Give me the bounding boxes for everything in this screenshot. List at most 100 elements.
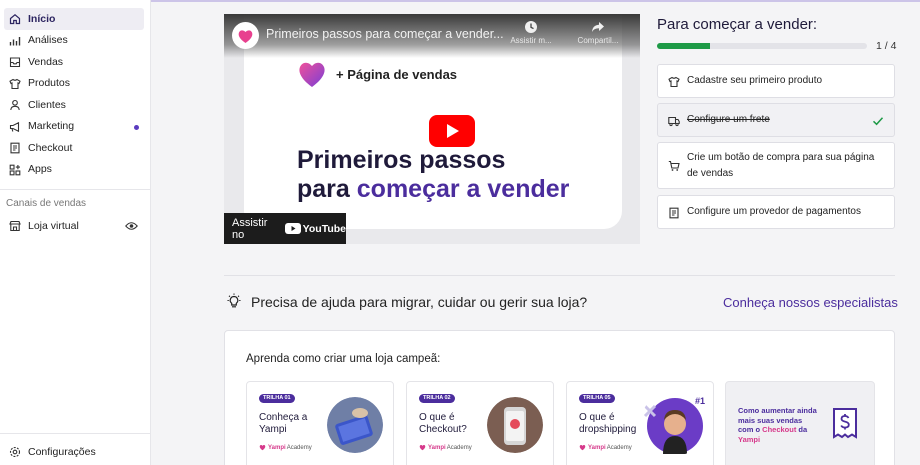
- task-label: Configure um frete: [687, 114, 770, 125]
- sidebar: Início Análises Vendas Produtos Clientes…: [0, 0, 151, 465]
- play-button[interactable]: [429, 115, 475, 147]
- course-card-dropshipping[interactable]: TRILHA 05 O que é dropshipping Yampi Acad…: [566, 381, 714, 465]
- sidebar-divider: [0, 189, 150, 190]
- share-button[interactable]: Compartil...: [569, 20, 627, 45]
- sidebar-item-label: Produtos: [28, 77, 71, 90]
- video-brand-row: + Página de vendas: [296, 58, 457, 90]
- watch-later-label: Assistir m...: [510, 36, 552, 45]
- youtube-badge: YouTube: [284, 222, 346, 235]
- yampi-academy-logo: Yampi Academy: [419, 444, 472, 451]
- youtube-icon: [284, 223, 301, 234]
- yampi-logo-icon: [299, 62, 325, 87]
- course-title: Conheça a Yampi: [259, 412, 308, 435]
- yampi-heart-icon: [579, 444, 586, 451]
- sidebar-item-label: Checkout: [28, 141, 73, 154]
- task-provedor-pagamentos[interactable]: Configure um provedor de pagamentos: [657, 195, 895, 229]
- main-nav: Início Análises Vendas Produtos Clientes…: [0, 0, 150, 180]
- trilha-badge: TRILHA 05: [579, 394, 615, 403]
- sidebar-item-marketing[interactable]: Marketing: [4, 116, 144, 138]
- shirt-icon: [668, 76, 680, 88]
- task-cadastre-produto[interactable]: Cadastre seu primeiro produto: [657, 64, 895, 98]
- task-label: Configure um provedor de pagamentos: [687, 206, 861, 217]
- yampi-academy-logo: Yampi Academy: [579, 444, 632, 451]
- eye-icon[interactable]: [125, 220, 138, 232]
- share-icon: [592, 22, 604, 32]
- chart-icon: [9, 36, 21, 45]
- megaphone-icon: [9, 121, 20, 132]
- rank-badge: #1: [694, 396, 705, 406]
- task-configure-frete[interactable]: Configure um frete: [657, 103, 895, 137]
- receipt-icon: [669, 207, 679, 219]
- receipt-icon: [10, 142, 20, 154]
- section-divider: [224, 275, 895, 276]
- cart-icon: [668, 160, 680, 171]
- trilha-badge: TRILHA 02: [419, 394, 455, 403]
- sidebar-item-analises[interactable]: Análises: [4, 30, 144, 52]
- inbox-icon: [9, 57, 21, 68]
- academy-brand: Yampi: [588, 444, 606, 451]
- sidebar-item-inicio[interactable]: Início: [4, 8, 144, 30]
- clock-icon: [525, 21, 537, 33]
- promo-card-checkout[interactable]: Como aumentar ainda mais suas vendas com…: [725, 381, 875, 465]
- sidebar-item-checkout[interactable]: Checkout: [4, 137, 144, 159]
- sidebar-item-loja-virtual[interactable]: Loja virtual: [4, 215, 144, 237]
- progress-count: 1 / 4: [876, 40, 897, 52]
- sidebar-item-label: Loja virtual: [28, 220, 79, 232]
- video-headline-line2: para começar a vender: [297, 175, 569, 204]
- learn-title: Aprenda como criar uma loja campeã:: [246, 353, 441, 365]
- specialists-link[interactable]: Conheça nossos especialistas: [723, 295, 898, 310]
- video-player[interactable]: + Página de vendas Primeiros passos para…: [224, 14, 640, 244]
- sidebar-item-configuracoes[interactable]: Configurações: [4, 441, 145, 463]
- sidebar-item-label: Vendas: [28, 55, 64, 68]
- promo-line2: da: [796, 425, 808, 434]
- channel-avatar[interactable]: [232, 22, 259, 49]
- task-label: Crie um botão de compra para sua página …: [687, 151, 875, 179]
- channels-heading: Canais de vendas: [6, 198, 87, 209]
- promo-highlight: Checkout: [762, 425, 797, 434]
- academy-suffix: Academy: [446, 444, 472, 451]
- help-text: Precisa de ajuda para migrar, cuidar ou …: [251, 294, 588, 310]
- video-title[interactable]: Primeiros passos para começar a vender..…: [266, 27, 506, 41]
- academy-suffix: Academy: [606, 444, 632, 451]
- play-icon: [447, 124, 459, 138]
- course-card-checkout[interactable]: TRILHA 02 O que é Checkout? Yampi Academy: [406, 381, 554, 465]
- promo-text: Como aumentar ainda mais suas vendas com…: [738, 406, 818, 444]
- sidebar-item-produtos[interactable]: Produtos: [4, 73, 144, 95]
- watch-on-label: Assistir no: [232, 216, 268, 241]
- watch-later-button[interactable]: Assistir m...: [502, 20, 560, 45]
- academy-brand: Yampi: [268, 444, 286, 451]
- yampi-heart-icon: [419, 444, 426, 451]
- sidebar-item-label: Início: [28, 12, 56, 25]
- store-icon: [9, 220, 21, 232]
- onboarding-title: Para começar a vender:: [657, 16, 818, 33]
- truck-icon: [668, 116, 680, 127]
- video-headline-line1: Primeiros passos: [297, 146, 506, 174]
- course-card-conheca-yampi[interactable]: TRILHA 01 Conheça a Yampi Yampi Academy: [246, 381, 394, 465]
- academy-suffix: Academy: [286, 444, 312, 451]
- sidebar-item-label: Marketing: [28, 120, 75, 133]
- watch-on-youtube-button[interactable]: Assistir no YouTube: [224, 213, 346, 244]
- promo-brand: Yampi: [738, 434, 761, 444]
- trilha-badge: TRILHA 01: [259, 394, 295, 403]
- sidebar-item-label: Configurações: [28, 446, 96, 458]
- onboarding-progress-bar: [657, 43, 867, 49]
- home-icon: [9, 14, 21, 25]
- yampi-avatar-icon: [238, 30, 253, 43]
- apps-icon: [9, 164, 21, 175]
- sidebar-item-vendas[interactable]: Vendas: [4, 51, 144, 73]
- learn-card: Aprenda como criar uma loja campeã: TRIL…: [224, 330, 895, 465]
- yampi-heart-icon: [259, 444, 266, 451]
- course-title: O que é dropshipping: [579, 412, 637, 435]
- progress-fill: [657, 43, 710, 49]
- task-botao-compra[interactable]: Crie um botão de compra para sua página …: [657, 142, 895, 189]
- course-title: O que é Checkout?: [419, 412, 467, 435]
- sidebar-item-clientes[interactable]: Clientes: [4, 94, 144, 116]
- receipt-dollar-icon: [833, 408, 857, 439]
- video-top-bar: Primeiros passos para começar a vender..…: [224, 14, 640, 58]
- yampi-academy-logo: Yampi Academy: [259, 444, 312, 451]
- youtube-wordmark: YouTube: [302, 222, 346, 235]
- check-icon: [872, 117, 884, 126]
- sidebar-item-apps[interactable]: Apps: [4, 159, 144, 181]
- academy-brand: Yampi: [428, 444, 446, 451]
- sidebar-footer: Configurações: [0, 433, 151, 465]
